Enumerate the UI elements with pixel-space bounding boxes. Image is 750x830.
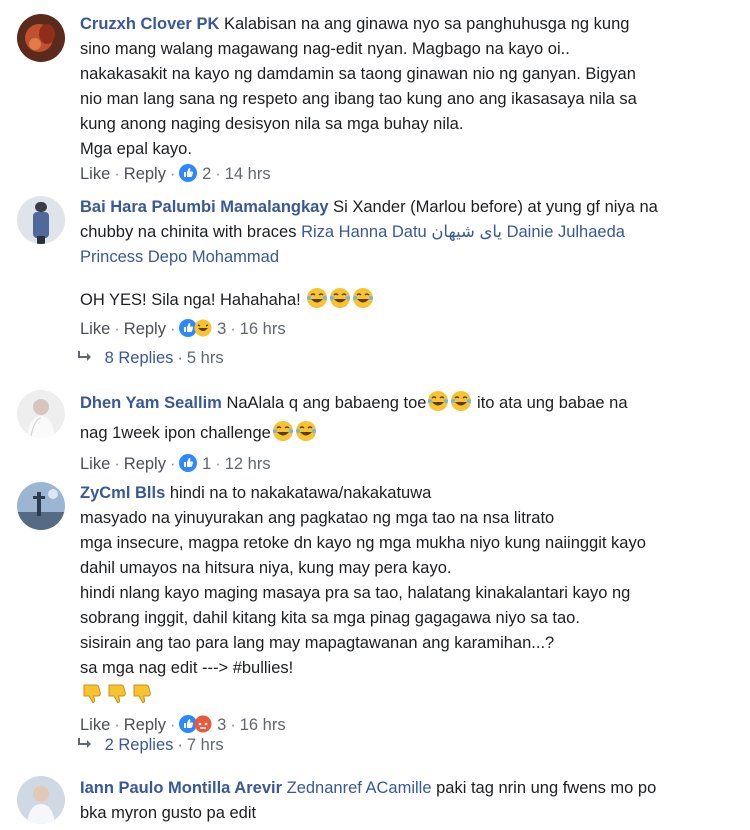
comment-text: kung anong naging desisyon nila sa mga b…	[80, 115, 464, 133]
tagged-user[interactable]: Riza Hanna Datu	[301, 223, 427, 241]
laughing-emoji-icon	[427, 390, 449, 420]
thumbs-down-emoji-icon	[131, 681, 155, 713]
laughing-emoji-icon	[352, 287, 374, 317]
laughing-emoji-icon	[295, 420, 317, 450]
comment-text: chubby na chinita with braces	[80, 223, 297, 241]
haha-reaction-icon[interactable]	[194, 319, 212, 343]
reaction-count[interactable]: 3	[217, 716, 226, 734]
tagged-user[interactable]: Princess Depo Mohammad	[80, 248, 279, 266]
reply-button[interactable]: Reply	[124, 165, 166, 183]
comment-text: bka myron gusto pa edit	[80, 804, 257, 822]
comment-text: Si Xander (Marlou before) at yung gf niy…	[333, 198, 658, 216]
comment-text: Kalabisan na ang ginawa nyo sa panghuhus…	[223, 15, 630, 33]
reaction-count[interactable]: 3	[217, 320, 226, 338]
comment-text: sisirain ang tao para lang may mapagtawa…	[80, 634, 555, 652]
comment-time[interactable]: 16 hrs	[240, 320, 286, 338]
replies-count[interactable]: 2 Replies	[105, 736, 174, 754]
tagged-user[interactable]: Dainie Julhaeda	[507, 223, 625, 241]
avatar[interactable]	[17, 196, 65, 244]
view-replies-link[interactable]: 8 Replies · 5 hrs	[78, 349, 224, 368]
view-replies-link[interactable]: 2 Replies · 7 hrs	[78, 736, 224, 755]
like-button[interactable]: Like	[80, 455, 110, 473]
separator: ·	[215, 455, 221, 473]
separator: ·	[169, 716, 176, 734]
reply-button[interactable]: Reply	[124, 455, 166, 473]
comment-body: Cruzxh Clover PK Kalabisan na ang ginawa…	[80, 12, 732, 188]
laughing-emoji-icon	[450, 390, 472, 420]
laughing-emoji-icon	[306, 287, 328, 317]
comment-text: ito ata ung babae na	[477, 394, 628, 412]
separator: ·	[177, 349, 183, 367]
comment-time[interactable]: 12 hrs	[225, 455, 271, 473]
separator: ·	[169, 455, 176, 473]
comment-text: hindi nlang kayo maging masaya pra sa ta…	[80, 584, 631, 602]
avatar[interactable]	[17, 776, 65, 824]
laughing-emoji-icon	[272, 420, 294, 450]
separator: ·	[114, 165, 120, 183]
reply-button[interactable]: Reply	[124, 320, 166, 338]
comment-body: ZyCml Blls hindi na to nakakatawa/nakaka…	[80, 481, 732, 739]
reaction-count[interactable]: 2	[202, 165, 211, 183]
comment-author[interactable]: ZyCml Blls	[80, 484, 165, 502]
comment-actions: Like · Reply · 3 · 16 hrs	[80, 318, 732, 343]
comment-author[interactable]: Bai Hara Palumbi Mamalangkay	[80, 198, 329, 216]
comment-text: nag 1week ipon challenge	[80, 424, 271, 442]
reply-button[interactable]: Reply	[124, 716, 166, 734]
separator: ·	[169, 165, 176, 183]
separator: ·	[230, 320, 236, 338]
thumbs-down-emoji-icon	[81, 681, 105, 713]
comment-text: masyado na yinuyurakan ang pagkatao ng m…	[80, 509, 555, 527]
like-reaction-icon[interactable]	[179, 454, 198, 478]
replies-time: 7 hrs	[186, 736, 224, 754]
comment-time[interactable]: 16 hrs	[240, 716, 286, 734]
tagged-user[interactable]: Zednanref ACamille	[287, 779, 432, 797]
comment-text: sino mang walang magawang nag-edit nyan.…	[80, 40, 570, 58]
separator: ·	[114, 716, 120, 734]
reaction-count[interactable]: 1	[202, 455, 211, 473]
avatar[interactable]	[17, 14, 65, 62]
comment-body: Dhen Yam Seallim NaAlala q ang babaeng t…	[80, 390, 732, 478]
comment-text: NaAlala q ang babaeng toe	[226, 394, 427, 412]
comment-text: Mga epal kayo.	[80, 140, 192, 158]
separator: ·	[114, 320, 120, 338]
comment-text: nakakasakit na kayo ng damdamin sa taong…	[80, 65, 636, 83]
comment-text: dahil umayos na hitsura niya, kung may p…	[80, 559, 452, 577]
comment-author[interactable]: Dhen Yam Seallim	[80, 394, 222, 412]
separator: ·	[215, 165, 221, 183]
tagged-user[interactable]: یای شیهان	[431, 223, 502, 241]
laughing-emoji-icon	[329, 287, 351, 317]
separator: ·	[177, 736, 183, 754]
comment-text: OH YES! Sila nga! Hahahaha!	[80, 291, 301, 309]
reply-arrow-icon	[78, 736, 100, 755]
avatar[interactable]	[17, 482, 65, 530]
replies-count[interactable]: 8 Replies	[105, 349, 174, 367]
comment-text: hindi na to nakakatawa/nakakatuwa	[169, 484, 432, 502]
replies-time: 5 hrs	[186, 349, 224, 367]
separator: ·	[114, 455, 120, 473]
avatar[interactable]	[17, 390, 65, 438]
comment-text: sobrang inggit, dahil kitang kita sa mga…	[80, 609, 580, 627]
comment-author[interactable]: Cruzxh Clover PK	[80, 15, 219, 33]
comment-author[interactable]: Iann Paulo Montilla Arevir	[80, 779, 282, 797]
comment-actions: Like · Reply · 1 · 12 hrs	[80, 453, 732, 478]
like-button[interactable]: Like	[80, 320, 110, 338]
comment-text: mga insecure, magpa retoke dn kayo ng mg…	[80, 534, 646, 552]
like-reaction-icon[interactable]	[179, 164, 198, 188]
thumbs-down-emoji-icon	[106, 681, 130, 713]
comment-actions: Like · Reply · 2 · 14 hrs	[80, 163, 732, 188]
separator: ·	[230, 716, 236, 734]
comment-text: paki tag nrin ung fwens mo po	[436, 779, 657, 797]
comment-time[interactable]: 14 hrs	[225, 165, 271, 183]
comment-body: Bai Hara Palumbi Mamalangkay Si Xander (…	[80, 195, 732, 343]
separator: ·	[169, 320, 176, 338]
comment-text: sa mga nag edit ---> #bullies!	[80, 659, 294, 677]
like-button[interactable]: Like	[80, 716, 110, 734]
comment-text: nio man lang sana ng respeto ang ibang t…	[80, 90, 637, 108]
like-button[interactable]: Like	[80, 165, 110, 183]
reply-arrow-icon	[78, 349, 100, 368]
comment-body: Iann Paulo Montilla Arevir Zednanref ACa…	[80, 776, 732, 826]
